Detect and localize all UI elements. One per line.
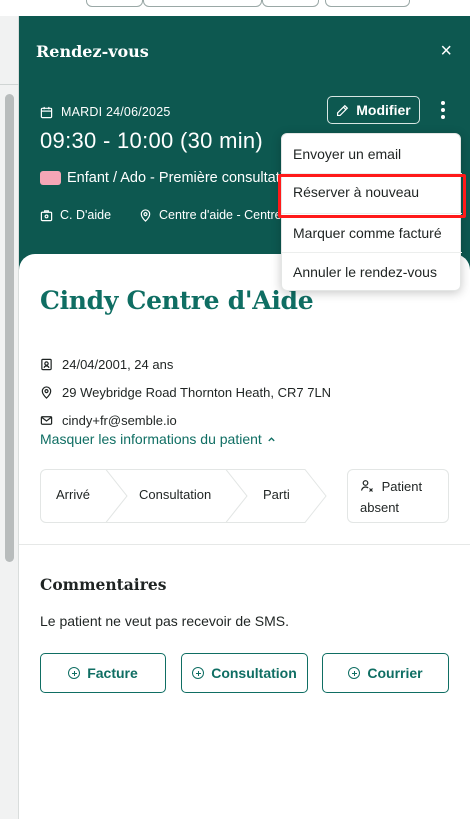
user-x-icon [360,479,382,494]
menu-separator [282,252,462,253]
menu-item-mark-billed[interactable]: Marquer comme facturé [293,225,442,241]
panel-title: Rendez-vous [36,42,149,61]
plus-circle-icon [348,667,361,679]
chevron-up-icon [267,431,276,447]
patient-card: Cindy Centre d'Aide 24/04/2001, 24 ans 2… [19,254,470,819]
close-button[interactable]: × [440,41,452,61]
background-topbar [0,0,470,16]
step-arrived-label[interactable]: Arrivé [56,487,90,502]
letter-button[interactable]: Courrier [322,653,449,693]
location-pin-icon [40,386,53,399]
comments-title: Commentaires [40,575,167,594]
background-tab [86,0,143,7]
more-options-menu: Envoyer un email Réserver à nouveau Marq… [281,133,462,291]
scrollbar[interactable] [5,94,14,562]
comment-text: Le patient ne veut pas recevoir de SMS. [40,613,290,629]
letter-button-label: Courrier [367,665,423,681]
edit-button-label: Modifier [356,102,411,118]
patient-email[interactable]: cindy+fr@semble.io [62,413,177,428]
edit-button[interactable]: Modifier [327,96,420,124]
calendar-icon [40,106,53,119]
patient-name: Cindy Centre d'Aide [40,286,314,315]
invoice-button[interactable]: Facture [40,653,166,693]
plus-circle-icon [68,667,81,679]
appointment-time: 09:30 - 10:00 (30 min) [40,128,264,153]
plus-circle-icon [192,667,205,679]
consultation-button-label: Consultation [211,665,297,681]
menu-item-cancel-appointment[interactable]: Annuler le rendez-vous [293,264,437,280]
envelope-icon [40,414,53,427]
consultation-button[interactable]: Consultation [181,653,308,693]
practitioner-icon [40,209,53,222]
location-pin-icon [139,208,152,222]
step-consultation-label[interactable]: Consultation [139,487,211,502]
patient-dob: 24/04/2001, 24 ans [62,357,174,372]
location-name: Centre d'aide - Centre [159,208,282,222]
sidebar-divider [0,84,19,85]
menu-separator [282,213,462,214]
menu-item-send-email[interactable]: Envoyer un email [293,146,401,162]
appointment-meta-row: C. D'aide Centre d'aide - Centre [40,208,282,222]
appointment-date-row: MARDI 24/06/2025 [40,105,171,119]
patient-address-row: 29 Weybridge Road Thornton Heath, CR7 7L… [40,385,331,400]
patient-absent-label-1: Patient [381,479,423,494]
patient-email-row: cindy+fr@semble.io [40,413,177,428]
background-tab [262,0,319,7]
background-tab [143,0,262,7]
menu-item-rebook[interactable]: Réserver à nouveau [293,184,419,200]
patient-absent-button[interactable]: Patient absent [347,469,449,523]
patient-absent-label-2: absent [360,500,400,515]
menu-separator [282,173,462,174]
appointment-type-row: Enfant / Ado - Première consultation [40,170,299,186]
pencil-icon [336,104,349,117]
appointment-type-color [40,171,61,185]
practitioner-name: C. D'aide [60,208,112,222]
step-left-label[interactable]: Parti [263,487,290,502]
status-stepper: Arrivé Consultation Parti [40,469,327,523]
section-divider [19,544,470,545]
toggle-patient-info-link[interactable]: Masquer les informations du patient [40,431,276,447]
toggle-patient-info-label: Masquer les informations du patient [40,431,262,447]
invoice-button-label: Facture [87,665,138,681]
appointment-date: MARDI 24/06/2025 [61,105,171,119]
patient-address: 29 Weybridge Road Thornton Heath, CR7 7L… [62,385,332,400]
patient-dob-row: 24/04/2001, 24 ans [40,357,173,372]
more-options-icon[interactable] [436,98,450,122]
background-tab [325,0,410,7]
appointment-type: Enfant / Ado - Première consultation [67,170,300,186]
id-card-icon [40,358,53,371]
